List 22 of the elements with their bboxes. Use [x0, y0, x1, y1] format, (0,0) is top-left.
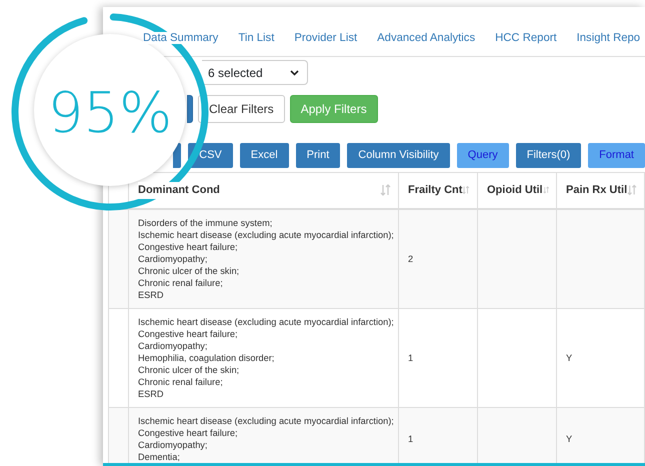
- export-button[interactable]: Query: [456, 143, 509, 168]
- table-cell: Disorders of the immune system; Ischemic heart disease (excluding acute myocardial infarction); Congestive heart failure; Cardiomyopathy; Chronic ulcer of the skin; Chronic renal failure; ESRD: [138, 218, 394, 300]
- column-header[interactable]: Opioid Util: [487, 182, 543, 198]
- table-cell: Ischemic heart disease (excluding acute myocardial infarction); Congestive heart failure; Cardiomyopathy; Dementia;: [138, 416, 394, 462]
- export-button[interactable]: Excel: [240, 143, 289, 168]
- table-cell: Ischemic heart disease (excluding acute myocardial infarction); Congestive heart failure; Cardiomyopathy; Hemophilia, coagulation disorder; Chronic ulcer of the skin; Chronic renal failure; ESRD: [138, 316, 394, 398]
- export-button[interactable]: Print: [296, 143, 340, 168]
- filter-button[interactable]: Clear Filters: [198, 95, 285, 123]
- export-button[interactable]: Filters(0): [516, 143, 582, 168]
- table-cell: 1: [408, 434, 414, 444]
- table-cell: Y: [566, 352, 572, 362]
- column-header[interactable]: Dominant Cond: [138, 182, 220, 198]
- filter-button[interactable]: Apply Filters: [290, 95, 378, 123]
- tab[interactable]: Tin List: [228, 29, 284, 46]
- table-cell: Y: [566, 434, 572, 444]
- export-button[interactable]: Format: [588, 143, 645, 168]
- column-header[interactable]: Frailty Cnt: [408, 182, 462, 198]
- percentage-label: 95%: [48, 81, 172, 146]
- select-dropdown[interactable]: 6 selected: [202, 60, 308, 85]
- table-cell: 1: [408, 352, 414, 362]
- table-cell: 2: [408, 254, 414, 264]
- export-button[interactable]: Column Visibility: [347, 143, 450, 168]
